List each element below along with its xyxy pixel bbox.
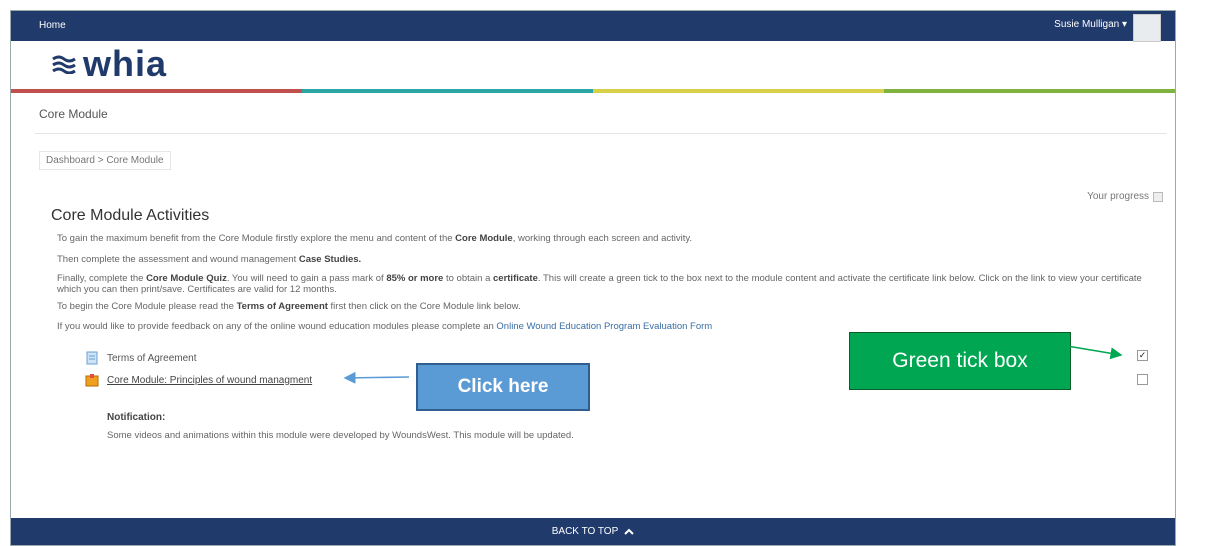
intro-paragraph-2: Then complete the assessment and wound m…	[57, 254, 362, 265]
progress-help-icon[interactable]	[1153, 191, 1163, 202]
intro-paragraph-4: To begin the Core Module please read the…	[57, 301, 521, 312]
avatar[interactable]	[1133, 14, 1161, 42]
breadcrumb-separator: >	[97, 155, 104, 166]
notification-heading: Notification:	[107, 412, 166, 423]
back-to-top-label: BACK TO TOP	[551, 526, 619, 537]
click-here-callout: Click here	[416, 363, 590, 411]
core-module-link[interactable]: Core Module: Principles of wound managme…	[107, 375, 312, 386]
intro-paragraph-3: Finally, complete the Core Module Quiz. …	[57, 273, 1142, 295]
user-menu[interactable]: Susie Mulligan ▾	[1054, 19, 1127, 30]
footer-bar: BACK TO TOP	[11, 518, 1175, 545]
blue-callout-arrow	[343, 371, 410, 384]
app-window: Home Susie Mulligan ▾ whia Core Module D…	[10, 10, 1176, 546]
divider	[35, 133, 1167, 134]
intro-paragraph-5: If you would like to provide feedback on…	[57, 321, 713, 332]
color-stripe	[11, 89, 1175, 93]
logo-text: whia	[83, 43, 168, 84]
breadcrumb: Dashboard > Core Module	[39, 151, 171, 170]
site-logo[interactable]: whia	[51, 41, 167, 87]
activity-terms-of-agreement[interactable]: Terms of Agreement	[85, 351, 196, 365]
notification-text: Some videos and animations within this m…	[107, 430, 574, 441]
terms-of-agreement-link[interactable]: Terms of Agreement	[107, 353, 196, 364]
page-title: Core Module Activities	[51, 207, 210, 224]
completion-checkbox-core-module	[1137, 374, 1148, 385]
progress-indicator: Your progress	[1087, 191, 1163, 202]
progress-label: Your progress	[1087, 191, 1149, 202]
green-tick-callout: Green tick box	[849, 332, 1071, 390]
completion-checkbox-terms: ✓	[1137, 350, 1148, 361]
back-to-top-button[interactable]: BACK TO TOP	[552, 526, 635, 537]
breadcrumb-core-module[interactable]: Core Module	[106, 155, 163, 166]
intro-paragraph-1: To gain the maximum benefit from the Cor…	[57, 233, 693, 244]
logo-wave-icon	[52, 55, 76, 74]
module-package-icon	[85, 374, 99, 387]
home-link[interactable]: Home	[39, 20, 66, 31]
document-icon	[86, 351, 98, 365]
evaluation-form-link[interactable]: Online Wound Education Program Evaluatio…	[496, 321, 712, 332]
activity-core-module[interactable]: Core Module: Principles of wound managme…	[85, 373, 312, 387]
section-title: Core Module	[39, 107, 108, 121]
breadcrumb-dashboard[interactable]: Dashboard	[46, 155, 95, 166]
chevron-up-icon	[624, 528, 634, 535]
top-navbar: Home Susie Mulligan ▾	[11, 11, 1175, 42]
